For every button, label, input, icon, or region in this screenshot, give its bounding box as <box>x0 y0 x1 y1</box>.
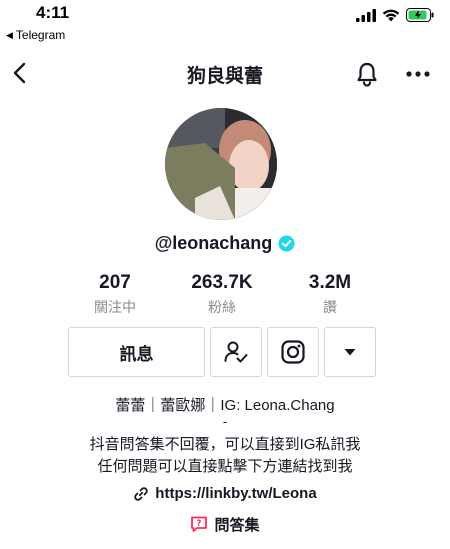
likes-stat[interactable]: 3.2M 讚 <box>275 272 385 317</box>
link-icon <box>134 486 149 501</box>
back-triangle-icon: ◀ <box>6 29 13 40</box>
suggested-accounts-button[interactable] <box>324 327 376 377</box>
avatar[interactable] <box>165 108 277 220</box>
profile-link-text: https://linkby.tw/Leona <box>155 485 317 502</box>
question-bubble-icon: ? <box>191 516 208 532</box>
bio-line: 任何問題可以直接點擊下方連結找到我 <box>97 458 353 475</box>
followers-label: 粉絲 <box>208 299 236 315</box>
qa-label: 問答集 <box>214 517 260 534</box>
bio-line: 蕾蕾｜蕾歐娜｜IG: Leona.Chang <box>115 397 335 414</box>
verified-badge-icon <box>278 235 295 252</box>
bio-line: - <box>222 414 228 429</box>
svg-text:?: ? <box>197 519 202 529</box>
more-options-icon[interactable] <box>403 60 433 88</box>
status-icons <box>356 8 434 22</box>
following-status-button[interactable] <box>210 327 262 377</box>
following-stat[interactable]: 207 關注中 <box>60 272 170 317</box>
bell-icon[interactable] <box>353 60 381 88</box>
signal-icon <box>356 8 376 22</box>
qa-button[interactable]: ? 問答集 <box>0 514 450 535</box>
following-label: 關注中 <box>94 299 136 315</box>
following-count: 207 <box>99 272 131 293</box>
followers-count: 263.7K <box>191 272 253 293</box>
followers-stat[interactable]: 263.7K 粉絲 <box>167 272 277 317</box>
battery-icon <box>406 8 434 22</box>
avatar-photo <box>165 108 277 220</box>
likes-label: 讚 <box>323 299 337 315</box>
instagram-button[interactable] <box>267 327 319 377</box>
bio-line: 抖音問答集不回覆，可以直接到IG私訊我 <box>89 436 361 453</box>
username-row: @leonachang <box>0 233 450 254</box>
instagram-icon <box>281 340 305 364</box>
profile-link[interactable]: https://linkby.tw/Leona <box>0 485 450 502</box>
likes-count: 3.2M <box>308 272 352 293</box>
username: @leonachang <box>154 233 273 253</box>
caret-down-icon <box>344 349 356 356</box>
wifi-icon <box>382 9 400 21</box>
message-button[interactable]: 訊息 <box>68 327 205 377</box>
user-check-icon <box>224 341 248 363</box>
back-app-label: Telegram <box>15 28 66 42</box>
back-to-app-link[interactable]: ◀ Telegram <box>6 28 65 42</box>
page-title: 狗良與蕾 <box>186 66 263 87</box>
status-time: 4:11 <box>36 3 70 22</box>
